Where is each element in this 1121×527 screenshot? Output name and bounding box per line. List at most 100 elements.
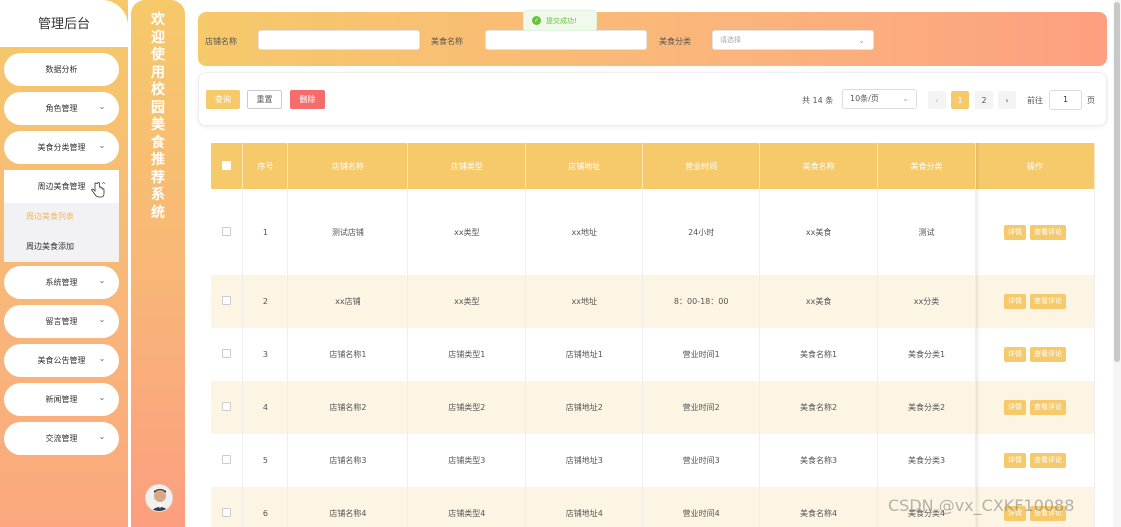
sidebar-item-label: 系统管理 bbox=[45, 278, 78, 287]
sidebar-subitem-nearby-food-list[interactable]: 周边美食列表 bbox=[26, 211, 74, 222]
food-category-label: 美食分类 bbox=[659, 37, 691, 46]
sidebar-item-label: 新闻管理 bbox=[45, 395, 78, 404]
table-cell: 2 bbox=[242, 275, 289, 328]
row-actions-cell: 详情 查看评论 bbox=[975, 275, 1095, 328]
page-scrollbar[interactable] bbox=[1113, 0, 1121, 527]
table-cell: 美食分类2 bbox=[877, 381, 976, 434]
view-reviews-button[interactable]: 查看评论 bbox=[1030, 347, 1066, 362]
table-cell: xx美食 bbox=[759, 275, 879, 328]
success-toast: ✓ 提交成功! bbox=[523, 10, 597, 31]
row-checkbox[interactable] bbox=[222, 226, 232, 236]
view-reviews-button[interactable]: 查看评论 bbox=[1030, 294, 1066, 309]
row-select-cell[interactable] bbox=[211, 434, 244, 487]
table-header-row: 序号 店铺名称 店铺类型 店铺地址 营业时间 美食名称 美食分类 操作 bbox=[211, 143, 1095, 189]
sidebar-item-message-management[interactable]: 留言管理 ⌄ bbox=[4, 305, 119, 338]
table-cell: 3 bbox=[242, 328, 289, 381]
sidebar-item-exchange-management[interactable]: 交流管理 ⌄ bbox=[4, 422, 119, 455]
sidebar-subitem-nearby-food-add[interactable]: 周边美食添加 bbox=[26, 241, 74, 252]
table-cell: 美食名称4 bbox=[759, 487, 879, 527]
app-root: 管理后台 数据分析 角色管理 ⌄ 美食分类管理 ⌄ 周边美食管理 ⌃ 周边美食列… bbox=[0, 0, 1121, 527]
sidebar-item-label: 交流管理 bbox=[45, 434, 78, 443]
table-cell: 测试店铺 bbox=[287, 189, 409, 275]
table-cell: 营业时间2 bbox=[642, 381, 761, 434]
user-avatar-icon bbox=[146, 485, 172, 511]
sidebar-item-role-management[interactable]: 角色管理 ⌄ bbox=[4, 92, 119, 125]
table-cell: 美食分类1 bbox=[877, 328, 976, 381]
table-cell: xx类型 bbox=[407, 275, 527, 328]
select-all-checkbox[interactable] bbox=[222, 160, 232, 170]
page-1-button[interactable]: 1 bbox=[951, 91, 969, 109]
next-page-button[interactable]: › bbox=[998, 91, 1016, 109]
table-cell: 美食名称2 bbox=[759, 381, 879, 434]
delete-button[interactable]: 删除 bbox=[290, 90, 325, 109]
sidebar-item-food-notice-management[interactable]: 美食公告管理 ⌄ bbox=[4, 344, 119, 377]
view-reviews-button[interactable]: 查看评论 bbox=[1030, 224, 1066, 240]
shop-name-input[interactable] bbox=[258, 30, 420, 50]
table-cell: 店铺地址1 bbox=[525, 328, 644, 381]
row-actions-cell: 详情 查看评论 bbox=[975, 434, 1095, 487]
table-cell: xx分类 bbox=[877, 275, 976, 328]
food-category-select[interactable]: 请选择 ⌄ bbox=[712, 30, 874, 50]
table-cell: 店铺类型3 bbox=[407, 434, 527, 487]
detail-button[interactable]: 详情 bbox=[1004, 294, 1026, 309]
table-cell: 营业时间4 bbox=[642, 487, 761, 527]
row-checkbox[interactable] bbox=[222, 296, 232, 305]
sidebar-item-data-analysis[interactable]: 数据分析 bbox=[4, 53, 119, 86]
action-bar: 查询 重置 删除 共 14 条 10条/页 ⌄ ‹ 1 2 › 前往 1 页 bbox=[198, 72, 1107, 126]
table-cell: xx店铺 bbox=[287, 275, 409, 328]
watermark: CSDN @vx_CXKF10088 bbox=[888, 496, 1075, 515]
reset-button[interactable]: 重置 bbox=[247, 90, 282, 109]
welcome-banner: 欢迎使用校园美食推荐系统 bbox=[131, 0, 185, 527]
column-header: 店铺类型 bbox=[407, 143, 527, 189]
row-select-cell[interactable] bbox=[211, 189, 244, 275]
page-size-select[interactable]: 10条/页 ⌄ bbox=[842, 89, 917, 109]
table-cell: xx类型 bbox=[407, 189, 527, 275]
view-reviews-button[interactable]: 查看评论 bbox=[1030, 453, 1066, 468]
sidebar-item-label: 美食分类管理 bbox=[37, 143, 86, 152]
table-cell: 店铺地址4 bbox=[525, 487, 644, 527]
chevron-down-icon: ⌄ bbox=[98, 276, 106, 285]
toast-message: 提交成功! bbox=[546, 16, 577, 25]
table-cell: 8：00-18：00 bbox=[642, 275, 761, 328]
row-actions-cell: 详情 查看评论 bbox=[975, 189, 1095, 275]
detail-button[interactable]: 详情 bbox=[1004, 224, 1026, 240]
row-select-cell[interactable] bbox=[211, 275, 244, 328]
table-row: 3 店铺名称1 店铺类型1 店铺地址1 营业时间1 美食名称1 美食分类1 详情 查看评论 bbox=[211, 328, 1095, 381]
sidebar-item-food-category-management[interactable]: 美食分类管理 ⌄ bbox=[4, 131, 119, 164]
food-name-input[interactable] bbox=[485, 30, 647, 50]
table-cell: 24小时 bbox=[642, 189, 761, 275]
goto-page-input[interactable]: 1 bbox=[1049, 90, 1082, 110]
table-cell: 店铺名称1 bbox=[287, 328, 409, 381]
avatar[interactable] bbox=[145, 484, 173, 512]
row-select-cell[interactable] bbox=[211, 328, 244, 381]
row-actions-cell: 详情 查看评论 bbox=[975, 328, 1095, 381]
page-2-button[interactable]: 2 bbox=[975, 91, 993, 109]
row-checkbox[interactable] bbox=[222, 349, 232, 358]
page-suffix-label: 页 bbox=[1087, 96, 1095, 105]
sidebar-item-news-management[interactable]: 新闻管理 ⌄ bbox=[4, 383, 119, 416]
table-row: 1 测试店铺 xx类型 xx地址 24小时 xx美食 测试 详情 查看评论 bbox=[211, 189, 1095, 275]
select-all-cell[interactable] bbox=[211, 143, 244, 189]
query-button[interactable]: 查询 bbox=[206, 90, 240, 109]
sidebar-item-label: 美食公告管理 bbox=[37, 356, 86, 365]
row-checkbox[interactable] bbox=[222, 402, 232, 411]
table-cell: 店铺类型1 bbox=[407, 328, 527, 381]
row-checkbox[interactable] bbox=[222, 508, 232, 517]
prev-page-button[interactable]: ‹ bbox=[928, 91, 946, 109]
detail-button[interactable]: 详情 bbox=[1004, 347, 1026, 362]
column-header: 序号 bbox=[242, 143, 289, 189]
sidebar-item-system-management[interactable]: 系统管理 ⌄ bbox=[4, 266, 119, 299]
table-cell: 营业时间3 bbox=[642, 434, 761, 487]
detail-button[interactable]: 详情 bbox=[1004, 400, 1026, 415]
scrollbar-thumb[interactable] bbox=[1114, 2, 1120, 362]
row-actions-cell: 详情 查看评论 bbox=[975, 381, 1095, 434]
table-cell: 营业时间1 bbox=[642, 328, 761, 381]
row-select-cell[interactable] bbox=[211, 381, 244, 434]
view-reviews-button[interactable]: 查看评论 bbox=[1030, 400, 1066, 415]
table-cell: 店铺类型2 bbox=[407, 381, 527, 434]
table-cell: 美食分类3 bbox=[877, 434, 976, 487]
table-cell: xx地址 bbox=[525, 275, 644, 328]
row-select-cell[interactable] bbox=[211, 487, 244, 527]
detail-button[interactable]: 详情 bbox=[1004, 453, 1026, 468]
row-checkbox[interactable] bbox=[222, 455, 232, 464]
